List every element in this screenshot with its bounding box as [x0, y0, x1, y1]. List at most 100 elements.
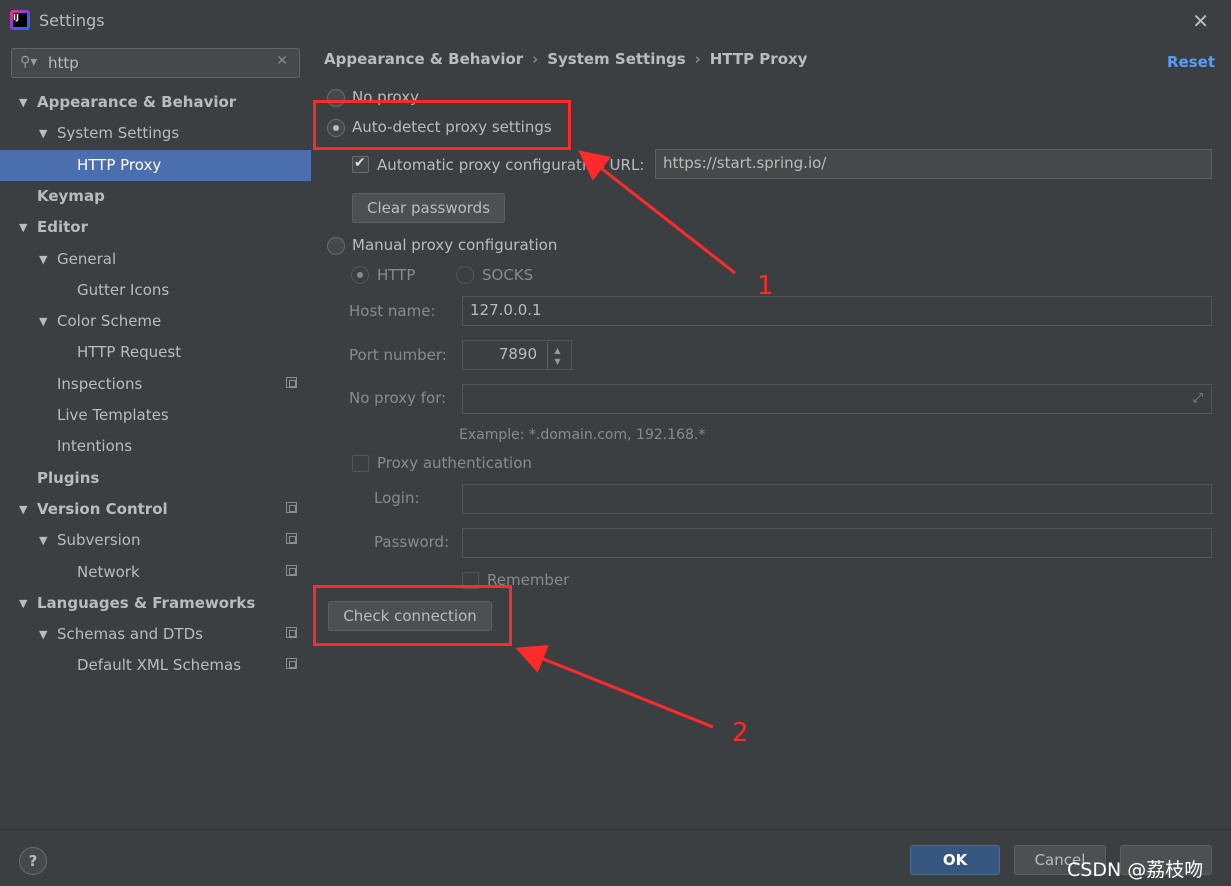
project-scope-icon: [286, 658, 297, 670]
expand-arrow-icon[interactable]: ▼: [39, 628, 47, 641]
tree-item-label: Default XML Schemas: [77, 656, 242, 675]
tree-item-keymap[interactable]: Keymap: [0, 181, 311, 212]
manual-proxy-radio[interactable]: [327, 237, 345, 255]
http-proxy-panel: Appearance & Behavior › System Settings › HT…: [311, 40, 1231, 829]
settings-window: Settings ✕ ⚲▾ ✕ ▼ Appearance & Behavior ▼ S…: [0, 0, 1231, 886]
tree-item-inspections[interactable]: Inspections: [0, 369, 311, 400]
intellij-app-icon: [10, 10, 30, 30]
annotation-box-check-connection: [313, 585, 512, 646]
tree-item-intentions[interactable]: Intentions: [0, 431, 311, 462]
title-bar: Settings ✕: [0, 0, 1231, 40]
breadcrumb-system-settings: System Settings: [547, 50, 686, 68]
tree-item-label: Schemas and DTDs: [57, 625, 203, 644]
tree-item-label: Color Scheme: [57, 312, 162, 331]
proxy-auth-checkbox[interactable]: [352, 455, 369, 472]
login-field[interactable]: [462, 484, 1212, 514]
settings-sidebar: ⚲▾ ✕ ▼ Appearance & Behavior ▼ System Setti…: [0, 40, 311, 829]
http-label: HTTP: [377, 266, 416, 284]
help-button[interactable]: ?: [19, 847, 47, 875]
auto-config-url-checkbox[interactable]: [352, 155, 369, 173]
tree-item-live-templates[interactable]: Live Templates: [0, 400, 311, 431]
tree-item-label: Keymap: [37, 186, 105, 205]
tree-item-label: Version Control: [37, 499, 168, 518]
tree-item-appearance-behavior[interactable]: ▼ Appearance & Behavior: [0, 87, 311, 118]
tree-item-label: General: [57, 249, 117, 268]
tree-item-label: Intentions: [57, 437, 133, 456]
host-name-label: Host name:: [349, 302, 436, 320]
password-field[interactable]: [462, 528, 1212, 558]
socks-label: SOCKS: [482, 266, 534, 284]
tree-item-label: Editor: [37, 218, 88, 237]
tree-item-label: HTTP Proxy: [77, 155, 162, 174]
project-scope-icon: [286, 501, 297, 513]
no-proxy-for-label: No proxy for:: [349, 389, 447, 407]
tree-item-label: Network: [77, 562, 140, 581]
password-label: Password:: [374, 533, 450, 551]
no-proxy-example: Example: *.domain.com, 192.168.*: [459, 427, 706, 443]
port-spinner-icon[interactable]: ▲ ▼: [547, 342, 567, 370]
tree-item-label: HTTP Request: [77, 343, 182, 362]
no-proxy-for-field[interactable]: ⤢: [462, 384, 1212, 414]
login-label: Login:: [374, 489, 420, 507]
annotation-box-auto-detect: [313, 100, 571, 150]
clear-passwords-button[interactable]: Clear passwords: [352, 193, 505, 223]
tree-item-version-control[interactable]: ▼ Version Control: [0, 494, 311, 525]
manual-proxy-label: Manual proxy configuration: [352, 236, 558, 254]
tree-item-editor[interactable]: ▼ Editor: [0, 212, 311, 243]
ok-button[interactable]: OK: [910, 845, 1000, 875]
expand-arrow-icon[interactable]: ▼: [39, 127, 47, 140]
tree-item-color-scheme[interactable]: ▼ Color Scheme: [0, 306, 311, 337]
breadcrumb-http-proxy: HTTP Proxy: [709, 50, 808, 68]
host-name-field[interactable]: 127.0.0.1: [462, 296, 1212, 326]
expand-arrow-icon[interactable]: ▼: [19, 96, 27, 109]
tree-item-label: Gutter Icons: [77, 280, 170, 299]
tree-item-network[interactable]: Network: [0, 557, 311, 588]
project-scope-icon: [286, 627, 297, 639]
dialog-footer: ? OK Cancel CSDN @荔枝吻: [0, 829, 1231, 886]
auto-config-url-label: Automatic proxy configuration URL:: [377, 156, 645, 174]
settings-search-box[interactable]: ⚲▾ ✕: [11, 48, 300, 78]
tree-item-label: Subversion: [57, 531, 141, 550]
expand-arrow-icon[interactable]: ▼: [19, 597, 27, 610]
tree-item-gutter-icons[interactable]: Gutter Icons: [0, 275, 311, 306]
tree-item-system-settings[interactable]: ▼ System Settings: [0, 118, 311, 149]
annotation-number-2: 2: [732, 718, 749, 748]
http-radio[interactable]: [351, 266, 369, 284]
project-scope-icon: [286, 533, 297, 545]
tree-item-label: Live Templates: [57, 406, 169, 424]
auto-config-url-field[interactable]: https://start.spring.io/: [655, 149, 1212, 179]
reset-link[interactable]: Reset: [1167, 53, 1215, 71]
tree-item-label: Plugins: [37, 468, 100, 487]
breadcrumb-appearance: Appearance & Behavior: [324, 50, 524, 68]
search-icon: ⚲▾: [20, 54, 38, 70]
tree-item-label: Appearance & Behavior: [37, 93, 237, 111]
window-title: Settings: [39, 11, 105, 30]
expand-arrow-icon[interactable]: ▼: [39, 534, 47, 547]
tree-item-http-request[interactable]: HTTP Request: [0, 337, 311, 368]
expand-arrow-icon[interactable]: ▼: [19, 503, 27, 516]
tree-item-general[interactable]: ▼ General: [0, 244, 311, 275]
tree-item-http-proxy[interactable]: HTTP Proxy: [0, 149, 311, 181]
socks-radio[interactable]: [456, 266, 474, 284]
search-input[interactable]: [48, 53, 268, 73]
breadcrumb: Appearance & Behavior › System Settings › HT…: [324, 50, 808, 68]
tree-item-plugins[interactable]: Plugins: [0, 463, 311, 494]
tree-item-languages-frameworks[interactable]: ▼ Languages & Frameworks: [0, 588, 311, 619]
expand-icon[interactable]: ⤢: [1193, 391, 1203, 406]
annotation-number-1: 1: [757, 271, 774, 301]
proxy-auth-label: Proxy authentication: [377, 454, 532, 472]
expand-arrow-icon[interactable]: ▼: [39, 315, 47, 328]
tree-item-schemas-and-dtds[interactable]: ▼ Schemas and DTDs: [0, 619, 311, 650]
port-number-label: Port number:: [349, 346, 447, 364]
tree-item-subversion[interactable]: ▼ Subversion: [0, 525, 311, 556]
tree-item-default-xml-schemas[interactable]: Default XML Schemas: [0, 650, 311, 681]
clear-search-icon[interactable]: ✕: [276, 53, 288, 69]
expand-arrow-icon[interactable]: ▼: [39, 253, 47, 266]
tree-item-label: System Settings: [57, 124, 180, 143]
project-scope-icon: [286, 376, 297, 388]
expand-arrow-icon[interactable]: ▼: [19, 221, 27, 234]
tree-item-label: Inspections: [57, 374, 143, 393]
csdn-watermark: CSDN @荔枝吻: [1067, 859, 1204, 881]
close-icon[interactable]: ✕: [1192, 9, 1209, 33]
project-scope-icon: [286, 564, 297, 576]
